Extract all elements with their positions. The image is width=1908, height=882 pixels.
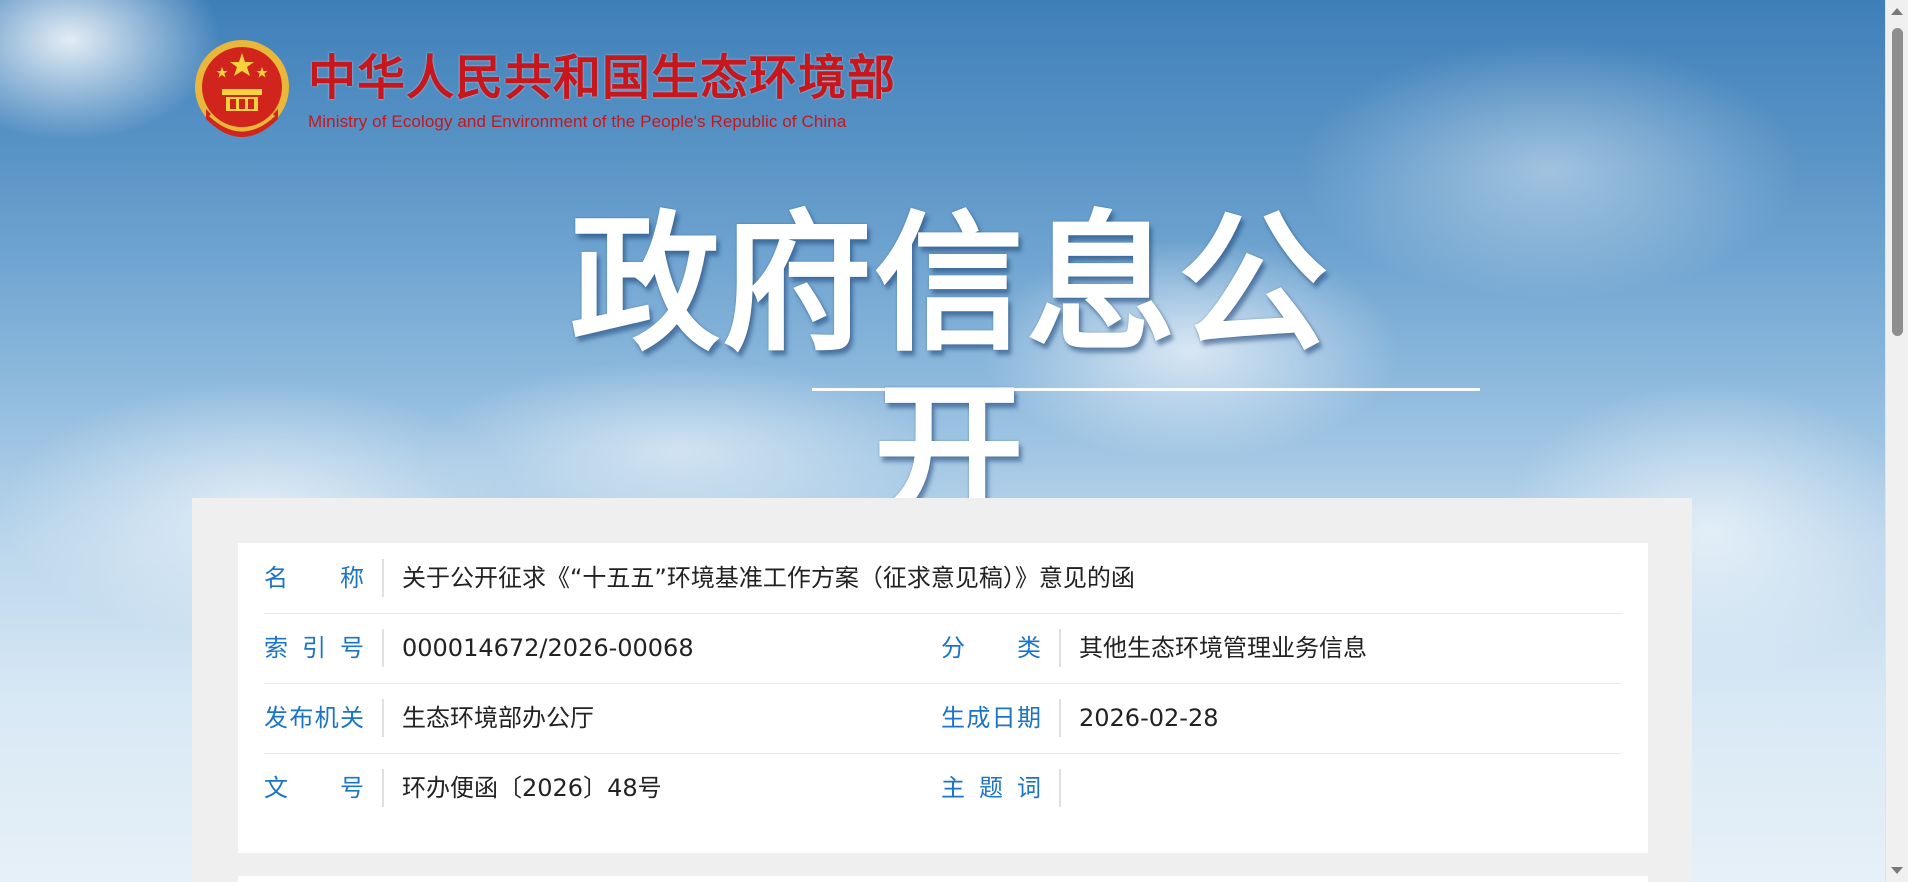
document-info-card: 名 称 关于公开征求《“十五五”环境基准工作方案（征求意见稿）》意见的函 索 引… — [238, 543, 1648, 853]
category-label: 分 类 — [941, 629, 1061, 667]
site-name-en: Ministry of Ecology and Environment of t… — [308, 112, 847, 131]
scroll-down-arrow-icon[interactable] — [1891, 867, 1903, 874]
hero-divider — [812, 388, 1480, 391]
issuer-value: 生态环境部办公厅 — [402, 704, 594, 732]
info-row-name: 名 称 关于公开征求《“十五五”环境基准工作方案（征求意见稿）》意见的函 — [264, 543, 1622, 614]
issuer-label: 发布机关 — [264, 699, 384, 737]
date-label: 生成日期 — [941, 699, 1061, 737]
scroll-up-arrow-icon[interactable] — [1891, 8, 1903, 15]
scroll-thumb[interactable] — [1892, 28, 1903, 336]
name-label: 名 称 — [264, 559, 384, 597]
doc-no-value: 环办便函〔2026〕48号 — [402, 774, 662, 802]
page: 中华人民共和国生态环境部 Ministry of Ecology and Env… — [0, 0, 1908, 882]
cloud-decoration — [0, 0, 220, 140]
vertical-scrollbar[interactable] — [1885, 0, 1908, 882]
site-header[interactable]: 中华人民共和国生态环境部 Ministry of Ecology and Env… — [192, 36, 896, 146]
index-value: 000014672/2026-00068 — [402, 634, 694, 662]
info-row-issuer: 发布机关 生态环境部办公厅 生成日期 2026-02-28 — [264, 683, 1622, 754]
national-emblem-icon — [195, 40, 289, 137]
cloud-decoration — [1300, 40, 1800, 300]
date-value: 2026-02-28 — [1079, 704, 1219, 732]
category-value: 其他生态环境管理业务信息 — [1079, 634, 1367, 662]
keywords-label: 主 题 词 — [941, 769, 1061, 807]
next-content-card — [238, 876, 1648, 882]
site-brand: 中华人民共和国生态环境部 Ministry of Ecology and Env… — [308, 50, 896, 132]
hero-title: 政府信息公开 — [569, 198, 1330, 542]
info-row-doc-no: 文 号 环办便函〔2026〕48号 主 题 词 — [264, 753, 1622, 823]
index-label: 索 引 号 — [264, 629, 384, 667]
info-row-index: 索 引 号 000014672/2026-00068 分 类 其他生态环境管理业… — [264, 613, 1622, 684]
name-value: 关于公开征求《“十五五”环境基准工作方案（征求意见稿）》意见的函 — [402, 564, 1135, 592]
doc-no-label: 文 号 — [264, 769, 384, 807]
site-name-cn: 中华人民共和国生态环境部 — [308, 50, 897, 106]
